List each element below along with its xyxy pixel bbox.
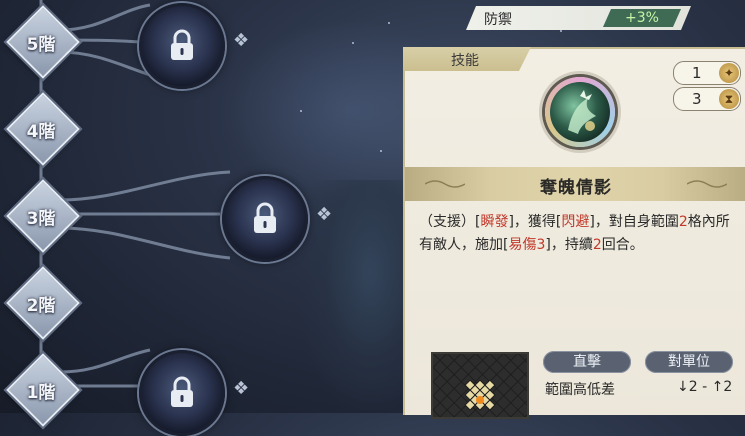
desc-text: ]，對自身範圍 xyxy=(589,214,679,230)
node-expand-icon: ❖ xyxy=(233,378,250,399)
desc-text: ]，獲得[ xyxy=(508,214,562,230)
locked-skill-node-tier5[interactable] xyxy=(139,3,225,89)
stat-value: +3% xyxy=(603,9,681,27)
stat-name: 防禦 xyxy=(484,12,512,28)
tier-4-label: 4階 xyxy=(26,122,56,142)
cooldown-pill: 3 ⧗ xyxy=(673,87,741,111)
skill-figure-icon xyxy=(568,90,596,134)
skill-detail-panel: 技能 1 ✦ 3 ⧗ 奪魄倩影 （支援）[瞬發]，獲得[閃避]，對自身範圍2格內… xyxy=(403,47,745,419)
skill-icon xyxy=(545,77,615,147)
stat-bonus-bar: 防禦 +3% xyxy=(466,6,691,30)
lock-icon xyxy=(171,376,193,407)
ornament-right-icon xyxy=(687,180,727,188)
star-icon: ✦ xyxy=(719,63,739,83)
cost-pill: 1 ✦ xyxy=(673,61,741,85)
target-type-tag: 對單位 xyxy=(645,351,733,373)
skill-name-ribbon: 奪魄倩影 xyxy=(405,167,745,201)
desc-number: 2 xyxy=(678,214,688,230)
tier-2-label: 2階 xyxy=(26,296,56,316)
cooldown-value: 3 xyxy=(692,90,702,108)
skill-tab[interactable]: 技能 xyxy=(403,47,531,71)
node-expand-icon: ❖ xyxy=(316,204,333,225)
desc-keyword: 瞬發 xyxy=(480,214,509,230)
range-grid-icon xyxy=(433,354,527,417)
desc-text: ]，持續 xyxy=(545,237,593,253)
tier-3-label: 3階 xyxy=(26,209,56,229)
cost-value: 1 xyxy=(692,64,702,82)
desc-number: 2 xyxy=(592,237,602,253)
tier-5-label: 5階 xyxy=(26,35,56,55)
locked-skill-node-tier3[interactable] xyxy=(222,176,308,262)
hourglass-icon: ⧗ xyxy=(719,89,739,109)
range-value: ↓2 - ↑2 xyxy=(677,379,733,395)
node-expand-icon: ❖ xyxy=(233,30,250,51)
lock-icon xyxy=(254,202,276,233)
desc-keyword: 易傷3 xyxy=(508,237,546,253)
tier-1-label: 1階 xyxy=(26,383,56,403)
range-grid-preview xyxy=(431,352,529,419)
caster-position-icon xyxy=(476,396,484,404)
locked-skill-node-tier1[interactable] xyxy=(139,350,225,436)
range-label: 範圍高低差 xyxy=(545,382,615,398)
talent-tree: 5階 4階 3階 2階 1階 ❖ ❖ ❖ xyxy=(0,0,400,436)
skill-description: （支援）[瞬發]，獲得[閃避]，對自身範圍2格內所有敵人，施加[易傷3]，持續2… xyxy=(419,211,739,257)
attack-type-tag: 直擊 xyxy=(543,351,631,373)
skill-tab-label: 技能 xyxy=(451,53,479,69)
desc-text: （支援）[ xyxy=(419,214,481,230)
desc-text: 回合。 xyxy=(601,237,644,253)
lock-icon xyxy=(171,29,193,60)
desc-keyword: 閃避 xyxy=(561,214,590,230)
